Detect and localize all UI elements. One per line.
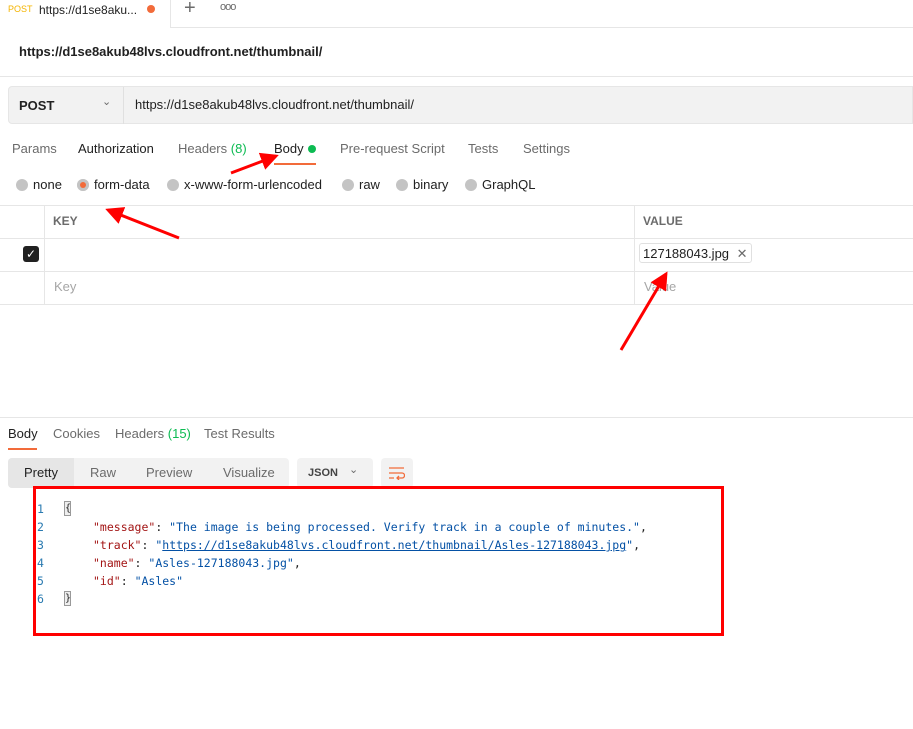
annotation-arrow-form-data [105, 207, 180, 240]
annotation-arrow-body [230, 152, 279, 175]
annotation-box-response [33, 486, 724, 636]
annotation-overlay [33, 152, 724, 636]
annotation-arrow-file [619, 271, 668, 351]
